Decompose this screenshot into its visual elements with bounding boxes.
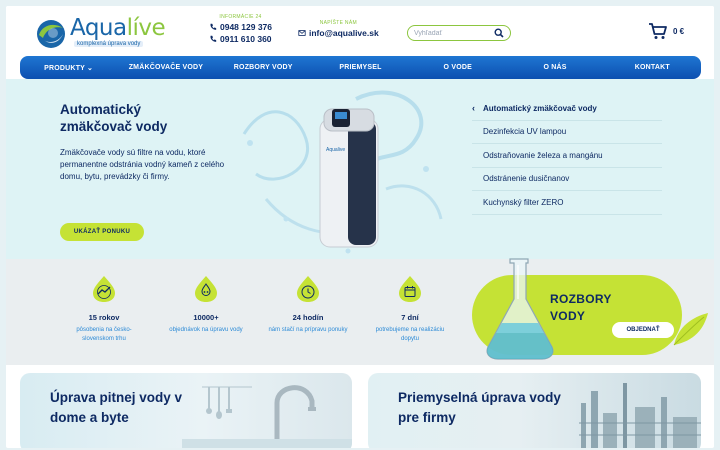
side-item-nitrates[interactable]: Odstránenie dusičnanov [472,168,662,191]
cart-icon [649,23,667,39]
side-item-uv-lamp[interactable]: Dezinfekcia UV lampou [472,121,662,144]
clock-icon [297,276,319,302]
phone-icon [210,35,217,42]
nav-item-water-softeners[interactable]: ZMÄKČOVAČE VODY [117,64,214,71]
card-title: Úprava pitnej vody v dome a byte [50,390,183,425]
email-row[interactable]: info@aqualive.sk [298,28,379,38]
stat-text: objednávok na úpravu vody [169,327,243,333]
side-item-label: Kuchynský filter ZERO [483,197,564,207]
mail-icon [298,30,306,36]
nav-item-contact[interactable]: KONTAKT [604,64,701,71]
stat-text: potrebujeme na realizáciu dopytu [375,327,445,342]
cart[interactable]: 0 € [648,22,684,40]
phone-number-1[interactable]: 0948 129 376 [220,22,272,32]
product-side-menu: ‹ Automatický zmäkčovač vody Dezinfekcia… [472,97,662,215]
stat-value: 10000+ [193,313,219,322]
nav-item-products[interactable]: PRODUKTY ⌄ [20,64,117,72]
stat-text: pôsobenia na česko-slovenskom trhu [76,327,132,342]
side-item-water-softener[interactable]: ‹ Automatický zmäkčovač vody [472,97,662,121]
stat-orders: 10000+ objednávok na úpravu vody [166,275,246,335]
phone-label: INFORMÁCIE 24 [219,14,262,20]
industrial-plant-image [579,383,701,448]
email-address[interactable]: info@aqualive.sk [309,28,379,38]
side-item-iron-manganese[interactable]: Odstraňovanie železa a mangánu [472,144,662,168]
search-box [407,25,511,41]
leaf-icon [673,313,708,346]
calendar-icon [399,276,421,302]
water-softener-image: Aqualive [242,90,443,254]
email-contact: NAPÍŠTE NÁM info@aqualive.sk [298,20,379,40]
email-label: NAPÍŠTE NÁM [319,20,357,26]
hero-description: Zmäkčovače vody sú filtre na vodu, ktoré… [60,148,225,181]
cart-total: 0 € [673,26,685,36]
page: Aqualíve komplexná úprava vody INFORMÁCI… [6,6,714,448]
site-header: Aqualíve komplexná úprava vody INFORMÁCI… [6,6,714,56]
show-offer-button[interactable]: UKÁZAŤ PONUKU [60,223,144,241]
side-item-kitchen-filter[interactable]: Kuchynský filter ZERO [472,191,662,215]
stat-text: nám stačí na prípravu ponuky [268,327,348,333]
nav-item-water-analysis[interactable]: ROZBORY VODY [215,64,312,71]
water-drops-icon [195,276,217,302]
phone-contact: INFORMÁCIE 24 0948 129 376 0911 610 360 [209,14,272,46]
stats-section: 15 rokov pôsobenia na česko-slovenskom t… [6,259,714,365]
logo-tagline: komplexná úprava vody [74,41,144,47]
side-item-label: Odstránenie dusičnanov [483,174,570,184]
search-icon[interactable] [494,28,504,38]
nav-item-industry[interactable]: PRIEMYSEL [312,64,409,71]
phone-icon [210,23,217,30]
order-button[interactable]: OBJEDNAŤ [612,322,674,338]
phone-row-2[interactable]: 0911 610 360 [209,34,272,44]
device-brand-label: Aqualive [326,147,345,153]
card-home-water-treatment[interactable]: Úprava pitnej vody v dome a byte [20,373,352,448]
main-nav: PRODUKTY ⌄ ZMÄKČOVAČE VODY ROZBORY VODY … [20,56,701,79]
logo[interactable]: Aqualíve komplexná úprava vody [34,15,166,50]
stat-value: 15 rokov [88,313,120,322]
phone-number-2[interactable]: 0911 610 360 [220,34,272,44]
hero-title: Automatický zmäkčovač vody [60,102,168,134]
card-industrial-water-treatment[interactable]: Priemyselná úprava vody pre firmy [368,373,701,448]
side-item-label: Dezinfekcia UV lampou [483,127,567,137]
stat-days: 7 dní potrebujeme na realizáciu dopytu [370,275,450,344]
chart-trend-icon [93,276,115,302]
logo-wordmark: Aqualíve [70,15,166,41]
nav-item-about-water[interactable]: O VODE [409,64,506,71]
stat-value: 7 dní [401,313,419,322]
side-item-label: Automatický zmäkčovač vody [483,103,597,113]
search-input[interactable] [414,29,494,37]
kitchen-faucet-image [182,385,352,448]
flask-illustration [486,258,554,360]
hero-section: Automatický zmäkčovač vody Zmäkčovače vo… [6,79,714,259]
nav-item-about-us[interactable]: O NÁS [506,64,603,71]
logo-drop-icon [37,20,65,48]
stat-value: 24 hodín [292,313,324,322]
stat-hours: 24 hodín nám stačí na prípravu ponuky [268,275,348,335]
chevron-left-icon: ‹ [472,103,475,114]
stat-years: 15 rokov pôsobenia na česko-slovenskom t… [64,275,144,344]
phone-row-1[interactable]: 0948 129 376 [209,22,272,32]
side-item-label: Odstraňovanie železa a mangánu [483,150,603,160]
